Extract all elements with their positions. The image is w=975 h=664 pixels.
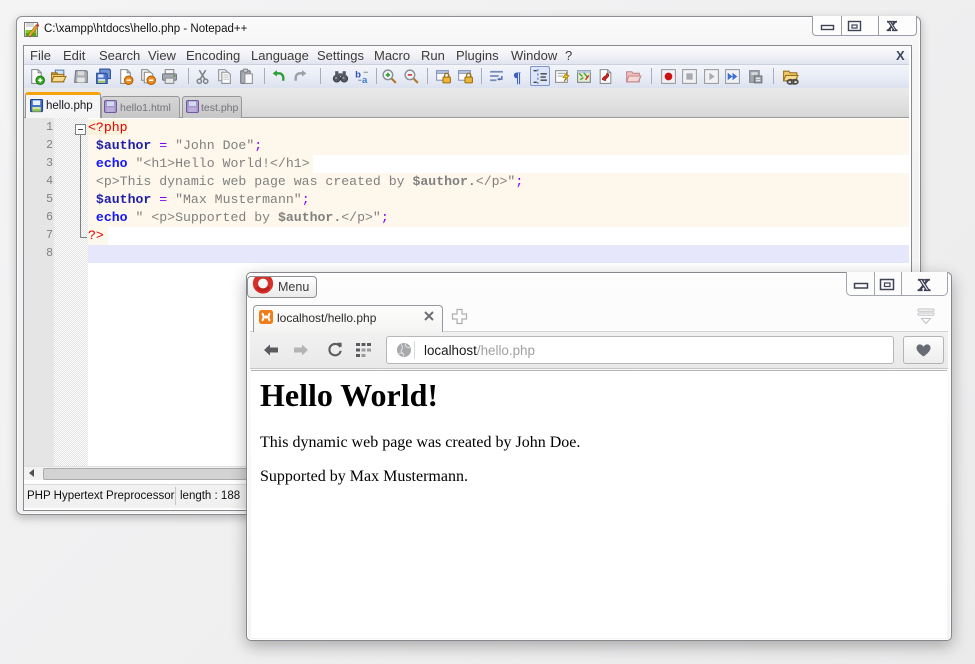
svg-text:X: X (887, 20, 897, 35)
svg-text:b: b (355, 70, 361, 81)
svg-text:¶: ¶ (513, 70, 521, 85)
svg-text:X: X (918, 276, 931, 295)
svg-text:a: a (362, 75, 368, 85)
